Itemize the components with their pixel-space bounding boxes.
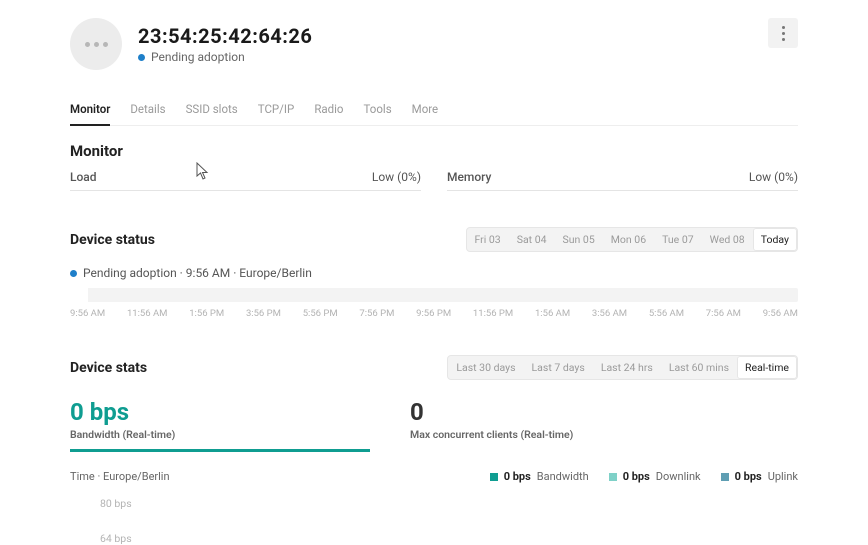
more-actions-button[interactable] xyxy=(768,18,798,48)
timeline-tick: 5:56 PM xyxy=(303,308,338,319)
device-avatar xyxy=(70,18,122,70)
tab-tcp-ip[interactable]: TCP/IP xyxy=(258,96,295,125)
tab-bar: Monitor Details SSID slots TCP/IP Radio Tools… xyxy=(70,96,798,126)
device-mac: 23:54:25:42:64:26 xyxy=(138,24,312,48)
status-timeline xyxy=(70,288,798,302)
clients-value: 0 xyxy=(410,398,798,426)
device-status-text: Pending adoption xyxy=(151,50,245,64)
range-last-30-days[interactable]: Last 30 days xyxy=(448,356,523,379)
day-selector: Fri 03Sat 04Sun 05Mon 06Tue 07Wed 08Toda… xyxy=(466,227,799,252)
status-row-text: Pending adoption · 9:56 AM · Europe/Berl… xyxy=(83,266,312,280)
bandwidth-label: Bandwidth (Real-time) xyxy=(70,428,370,441)
status-dot-icon xyxy=(70,270,77,277)
legend-swatch-bandwidth xyxy=(490,473,498,481)
status-dot-icon xyxy=(138,54,145,61)
device-stats-heading: Device stats xyxy=(70,360,147,376)
timeline-tick: 11:56 PM xyxy=(473,308,513,319)
day-sun-05[interactable]: Sun 05 xyxy=(555,228,603,251)
tab-ssid-slots[interactable]: SSID slots xyxy=(186,96,238,125)
timeline-tick: 3:56 PM xyxy=(246,308,281,319)
timeline-tick: 9:56 PM xyxy=(416,308,451,319)
load-value: Low (0%) xyxy=(372,170,421,184)
memory-value: Low (0%) xyxy=(749,170,798,184)
load-meter: Load Low (0%) xyxy=(70,170,421,191)
range-last-7-days[interactable]: Last 7 days xyxy=(524,356,593,379)
memory-meter: Memory Low (0%) xyxy=(447,170,798,191)
y-tick: 64 bps xyxy=(100,532,798,545)
tab-more[interactable]: More xyxy=(412,96,439,125)
day-fri-03[interactable]: Fri 03 xyxy=(467,228,509,251)
timeline-tick: 5:56 AM xyxy=(649,308,684,319)
timeline-tick: 9:56 AM xyxy=(763,308,798,319)
bandwidth-stat[interactable]: 0 bps Bandwidth (Real-time) xyxy=(70,398,370,452)
day-mon-06[interactable]: Mon 06 xyxy=(603,228,654,251)
timeline-axis: 9:56 AM 11:56 AM 1:56 PM 3:56 PM 5:56 PM 7:56… xyxy=(70,308,798,319)
timeline-tick: 11:56 AM xyxy=(127,308,168,319)
day-tue-07[interactable]: Tue 07 xyxy=(654,228,702,251)
timeline-tick: 1:56 PM xyxy=(189,308,224,319)
clients-label: Max concurrent clients (Real-time) xyxy=(410,428,798,441)
device-status-heading: Device status xyxy=(70,232,155,248)
timeline-tick: 7:56 PM xyxy=(359,308,394,319)
chart-legend: 0 bpsBandwidth 0 bpsDownlink 0 bpsUplink xyxy=(490,470,798,483)
memory-label: Memory xyxy=(447,170,491,184)
timeline-tick: 7:56 AM xyxy=(706,308,741,319)
range-real-time[interactable]: Real-time xyxy=(737,356,797,379)
range-selector: Last 30 daysLast 7 daysLast 24 hrsLast 6… xyxy=(447,355,798,380)
day-sat-04[interactable]: Sat 04 xyxy=(509,228,555,251)
tab-details[interactable]: Details xyxy=(130,96,165,125)
range-last-24-hrs[interactable]: Last 24 hrs xyxy=(593,356,661,379)
timeline-tick: 3:56 AM xyxy=(592,308,627,319)
time-axis-label: Time · Europe/Berlin xyxy=(70,470,170,483)
legend-swatch-uplink xyxy=(721,473,729,481)
range-last-60-mins[interactable]: Last 60 mins xyxy=(661,356,737,379)
day-today[interactable]: Today xyxy=(753,228,797,251)
bandwidth-value: 0 bps xyxy=(70,398,370,426)
timeline-tick: 9:56 AM xyxy=(70,308,105,319)
y-tick: 80 bps xyxy=(100,497,798,510)
monitor-heading: Monitor xyxy=(70,142,798,160)
day-wed-08[interactable]: Wed 08 xyxy=(702,228,753,251)
tab-radio[interactable]: Radio xyxy=(314,96,343,125)
tab-tools[interactable]: Tools xyxy=(364,96,392,125)
clients-stat[interactable]: 0 Max concurrent clients (Real-time) xyxy=(410,398,798,452)
tab-monitor[interactable]: Monitor xyxy=(70,96,110,126)
timeline-tick: 1:56 AM xyxy=(535,308,570,319)
chart-y-axis: 80 bps 64 bps xyxy=(70,497,798,545)
legend-swatch-downlink xyxy=(609,473,617,481)
load-label: Load xyxy=(70,170,97,184)
